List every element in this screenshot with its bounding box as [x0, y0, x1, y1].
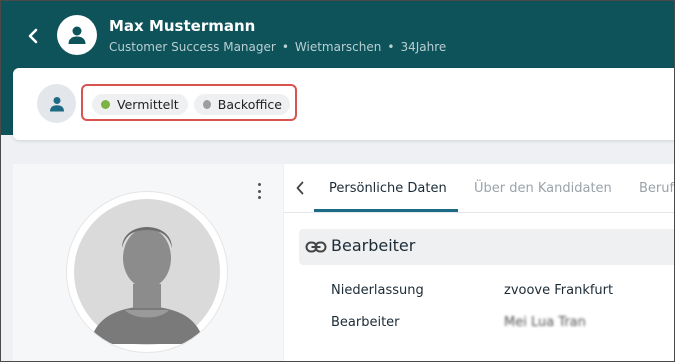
person-silhouette-icon — [74, 199, 220, 345]
field-label-niederlassung: Niederlassung — [331, 283, 424, 298]
status-dot-grey — [203, 100, 211, 109]
separator: • — [281, 40, 289, 54]
kebab-dot — [257, 183, 261, 186]
tab-persoenliche-daten[interactable]: Persönliche Daten — [329, 181, 447, 196]
candidate-name: Max Mustermann — [109, 17, 256, 35]
candidate-role: Customer Success Manager — [109, 40, 276, 54]
chevron-left-icon — [28, 28, 38, 44]
tab-divider — [284, 212, 675, 213]
tab-scroll-left-button[interactable] — [292, 178, 308, 198]
tab-beruf[interactable]: Beruf — [639, 181, 674, 196]
profile-photo[interactable] — [67, 192, 227, 352]
status-card: Vermittelt Backoffice — [13, 68, 675, 140]
field-label-bearbeiter: Bearbeiter — [331, 315, 400, 330]
more-options-button[interactable] — [252, 181, 266, 201]
field-value-bearbeiter: Mei Lua Tran — [504, 315, 586, 330]
section-title: Bearbeiter — [331, 236, 416, 255]
status-avatar — [37, 84, 76, 123]
person-icon — [68, 26, 86, 44]
kebab-dot — [257, 189, 261, 193]
back-button[interactable] — [20, 23, 46, 49]
header-avatar — [57, 15, 97, 55]
candidate-age: 34Jahre — [400, 40, 447, 54]
status-chip-backoffice[interactable]: Backoffice — [194, 94, 290, 115]
candidate-subtitle: Customer Success Manager • Wietmarschen • 34… — [109, 40, 446, 54]
status-chip-vermittelt[interactable]: Vermittelt — [92, 94, 188, 115]
field-value-niederlassung: zvoove Frankfurt — [504, 283, 614, 298]
tab-ueber-den-kandidaten[interactable]: Über den Kandidaten — [474, 181, 612, 196]
chip-label: Backoffice — [217, 97, 282, 112]
kebab-dot — [257, 196, 261, 199]
link-icon — [305, 238, 327, 256]
status-dot-green — [101, 100, 110, 109]
person-icon — [49, 96, 64, 111]
separator: • — [387, 40, 395, 54]
chevron-left-icon — [296, 181, 304, 195]
candidate-location: Wietmarschen — [294, 40, 382, 54]
status-chip-group: Vermittelt Backoffice — [81, 84, 297, 121]
chip-label: Vermittelt — [117, 97, 179, 112]
